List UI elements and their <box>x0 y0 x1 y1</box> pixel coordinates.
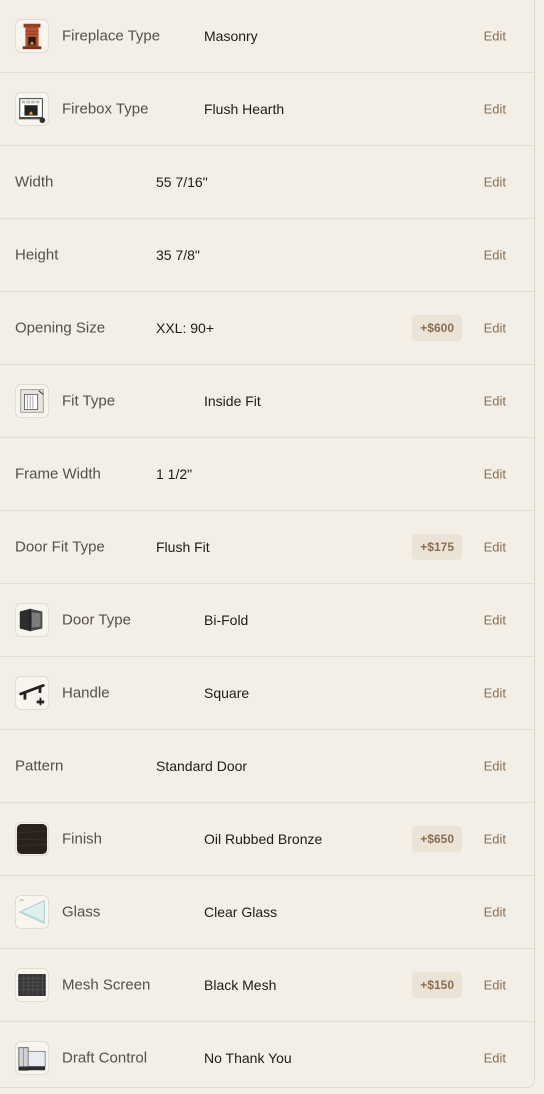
configuration-summary-panel: Fireplace Type Masonry Edit Firebox Type… <box>0 0 535 1088</box>
row-width: Width 55 7/16" Edit <box>0 146 534 219</box>
bi-fold-door-icon <box>15 603 49 637</box>
row-label: Opening Size <box>15 319 106 337</box>
row-fireplace-type: Fireplace Type Masonry Edit <box>0 0 534 73</box>
row-opening-size: Opening Size XXL: 90+ +$600 Edit <box>0 292 534 365</box>
row-label: Fit Type <box>62 392 116 410</box>
row-handle: Handle Square Edit <box>0 657 534 730</box>
handle-icon <box>15 676 49 710</box>
row-label: Width <box>15 173 54 191</box>
masonry-fireplace-icon <box>15 19 49 53</box>
row-value: Flush Fit <box>156 539 210 555</box>
edit-mesh-screen-button[interactable]: Edit <box>484 978 506 993</box>
row-value: Oil Rubbed Bronze <box>204 831 323 847</box>
row-value: Masonry <box>204 28 258 44</box>
row-label: Pattern <box>15 757 64 775</box>
row-value: No Thank You <box>204 1050 292 1066</box>
edit-height-button[interactable]: Edit <box>484 248 506 263</box>
row-value: Inside Fit <box>204 393 261 409</box>
edit-width-button[interactable]: Edit <box>484 175 506 190</box>
draft-control-icon <box>15 1041 49 1075</box>
black-mesh-icon <box>15 968 49 1002</box>
row-value: Clear Glass <box>204 904 278 920</box>
edit-opening-size-button[interactable]: Edit <box>484 321 506 336</box>
row-value: XXL: 90+ <box>156 320 214 336</box>
inside-fit-icon <box>15 384 49 418</box>
row-value: Flush Hearth <box>204 101 285 117</box>
row-label: Mesh Screen <box>62 976 151 994</box>
clear-glass-icon <box>15 895 49 929</box>
row-label: Draft Control <box>62 1049 148 1067</box>
edit-draft-control-button[interactable]: Edit <box>484 1051 506 1066</box>
edit-fit-type-button[interactable]: Edit <box>484 394 506 409</box>
flush-hearth-icon <box>15 92 49 126</box>
edit-firebox-type-button[interactable]: Edit <box>484 102 506 117</box>
row-label: Height <box>15 246 59 264</box>
row-label: Frame Width <box>15 465 101 483</box>
row-mesh-screen: Mesh Screen Black Mesh +$150 Edit <box>0 949 534 1022</box>
edit-glass-button[interactable]: Edit <box>484 905 506 920</box>
row-value: Black Mesh <box>204 977 277 993</box>
row-label: Door Fit Type <box>15 538 105 556</box>
row-value: Standard Door <box>156 758 248 774</box>
edit-handle-button[interactable]: Edit <box>484 686 506 701</box>
row-value: Square <box>204 685 250 701</box>
row-value: 35 7/8" <box>156 247 200 263</box>
edit-fireplace-type-button[interactable]: Edit <box>484 29 506 44</box>
edit-finish-button[interactable]: Edit <box>484 832 506 847</box>
row-draft-control: Draft Control No Thank You Edit <box>0 1022 534 1094</box>
price-badge: +$600 <box>412 315 462 341</box>
edit-door-type-button[interactable]: Edit <box>484 613 506 628</box>
row-label: Handle <box>62 684 110 702</box>
price-badge: +$650 <box>412 826 462 852</box>
row-firebox-type: Firebox Type Flush Hearth Edit <box>0 73 534 146</box>
row-label: Glass <box>62 903 101 921</box>
row-value: Bi-Fold <box>204 612 249 628</box>
row-height: Height 35 7/8" Edit <box>0 219 534 292</box>
row-finish: Finish Oil Rubbed Bronze +$650 Edit <box>0 803 534 876</box>
row-glass: Glass Clear Glass Edit <box>0 876 534 949</box>
bronze-finish-swatch-icon <box>15 822 49 856</box>
row-value: 55 7/16" <box>156 174 208 190</box>
edit-pattern-button[interactable]: Edit <box>484 759 506 774</box>
row-label: Door Type <box>62 611 131 629</box>
price-badge: +$150 <box>412 972 462 998</box>
edit-door-fit-type-button[interactable]: Edit <box>484 540 506 555</box>
row-pattern: Pattern Standard Door Edit <box>0 730 534 803</box>
row-label: Firebox Type <box>62 100 149 118</box>
row-label: Fireplace Type <box>62 27 161 45</box>
row-value: 1 1/2" <box>156 466 193 482</box>
row-label: Finish <box>62 830 103 848</box>
row-door-type: Door Type Bi-Fold Edit <box>0 584 534 657</box>
edit-frame-width-button[interactable]: Edit <box>484 467 506 482</box>
row-door-fit-type: Door Fit Type Flush Fit +$175 Edit <box>0 511 534 584</box>
row-frame-width: Frame Width 1 1/2" Edit <box>0 438 534 511</box>
price-badge: +$175 <box>412 534 462 560</box>
row-fit-type: Fit Type Inside Fit Edit <box>0 365 534 438</box>
